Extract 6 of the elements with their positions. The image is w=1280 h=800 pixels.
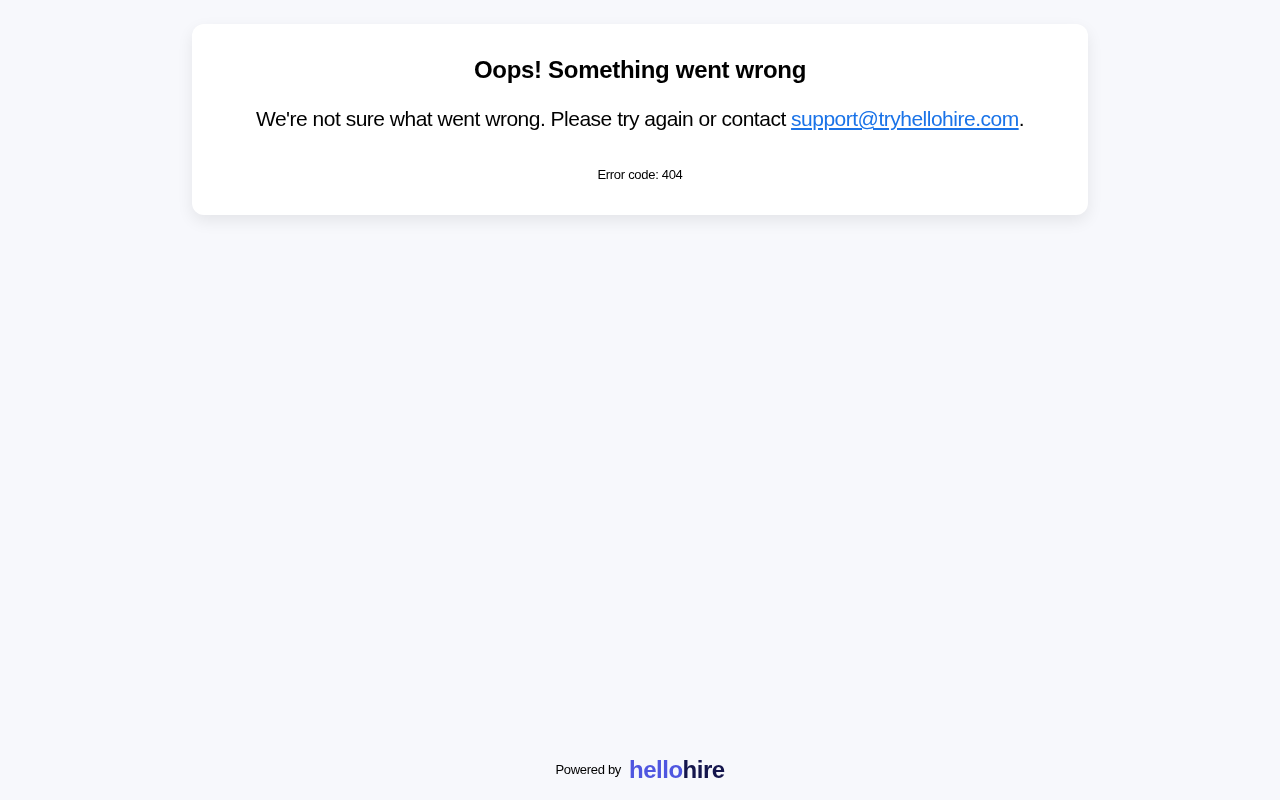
- support-email-link[interactable]: support@tryhellohire.com: [791, 107, 1019, 130]
- error-code: Error code: 404: [597, 167, 683, 183]
- error-message: We're not sure what went wrong. Please try again or contact support@tryhellohire.com.: [256, 106, 1024, 132]
- hellohire-logo: hellohire: [629, 756, 725, 784]
- powered-by-text: Powered by: [555, 761, 622, 780]
- error-title: Oops! Something went wrong: [473, 55, 807, 85]
